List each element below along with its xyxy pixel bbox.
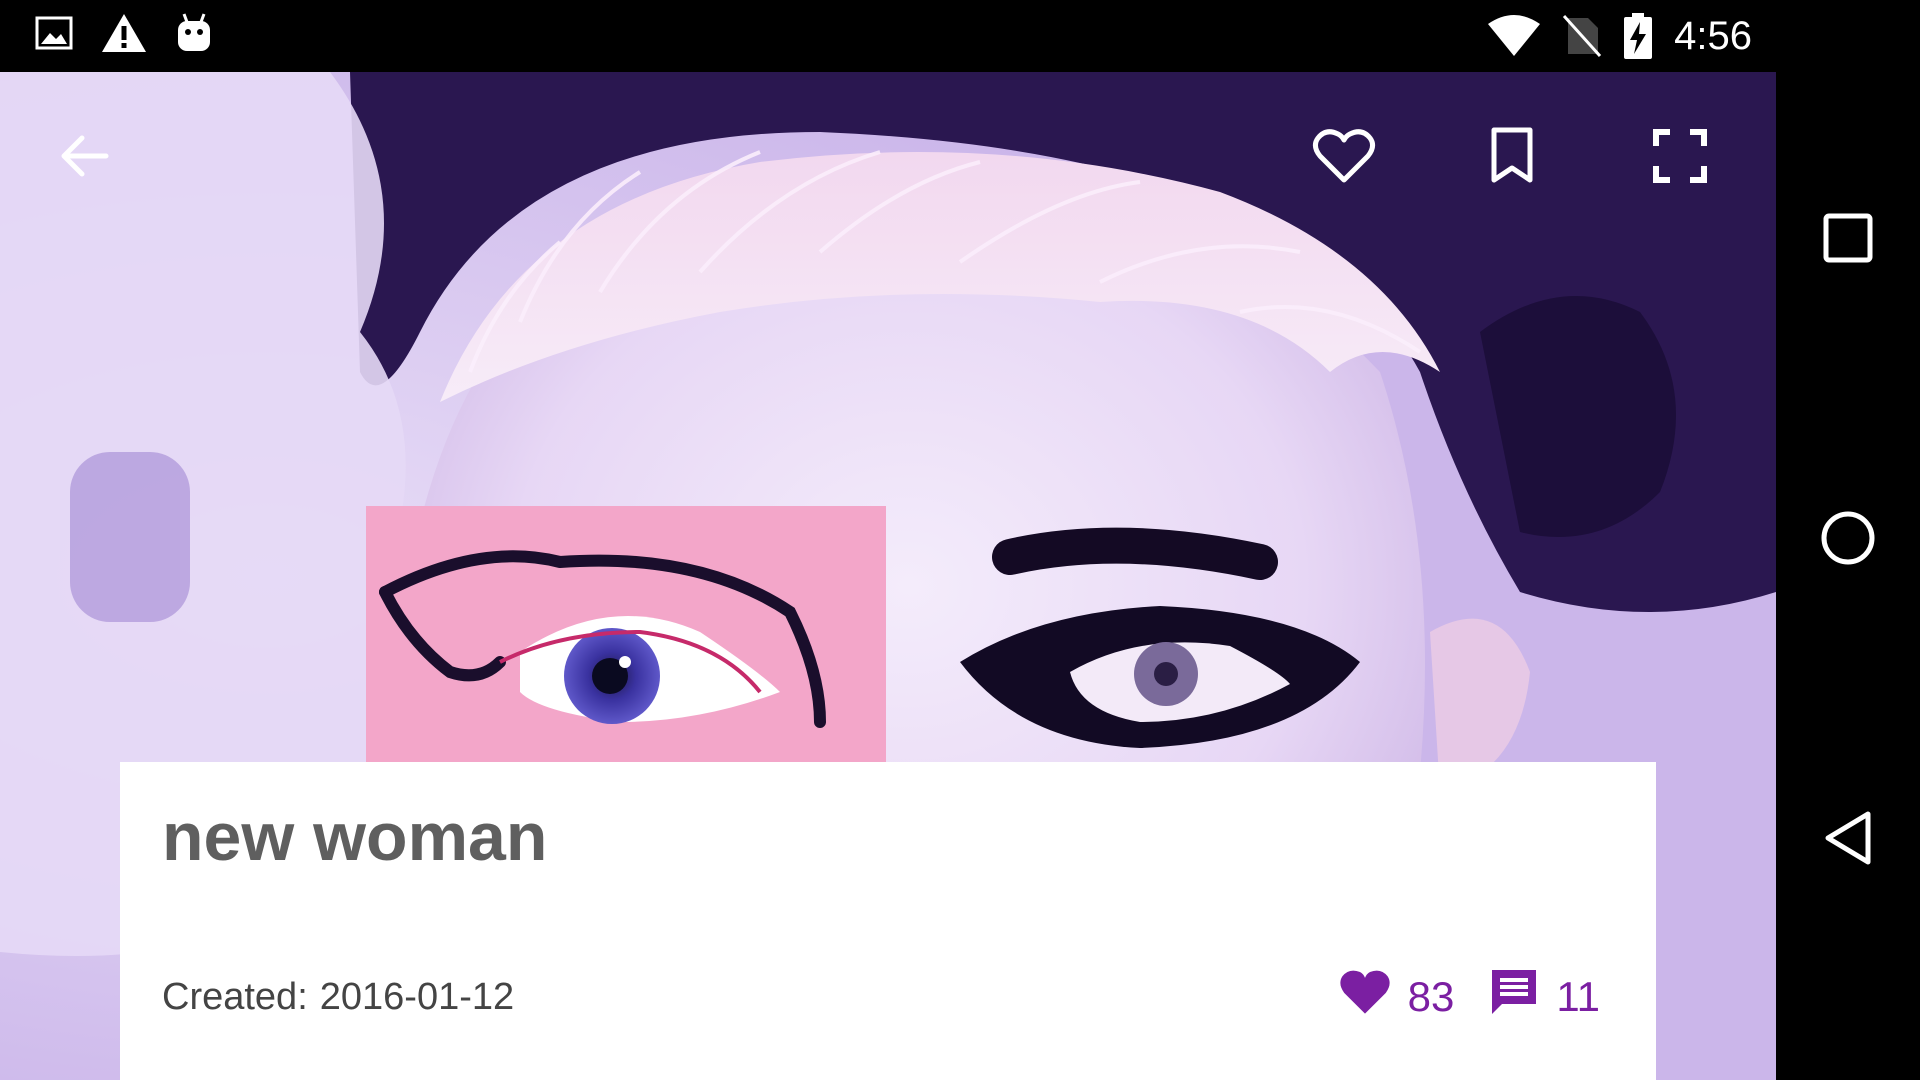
status-time: 4:56 xyxy=(1674,14,1752,58)
post-stats: 83 11 xyxy=(1304,966,1600,1028)
bookmark-icon xyxy=(1488,126,1536,191)
battery-charging-icon xyxy=(1622,12,1654,60)
home-button[interactable] xyxy=(1820,510,1876,571)
back-button[interactable] xyxy=(50,124,118,192)
recents-icon xyxy=(1822,212,1874,269)
arrow-back-icon xyxy=(56,128,112,189)
heart-outline-icon xyxy=(1312,126,1376,191)
home-icon xyxy=(1820,510,1876,571)
photo-detail-view: new woman Created: 2016-01-12 83 11 xyxy=(0,72,1776,1080)
nav-back-button[interactable] xyxy=(1820,810,1876,871)
comments-count: 11 xyxy=(1556,973,1600,1020)
like-button[interactable] xyxy=(1310,124,1378,192)
navigation-bar xyxy=(1776,0,1920,1080)
likes-stat[interactable]: 83 xyxy=(1338,967,1455,1027)
comments-stat[interactable]: 11 xyxy=(1488,966,1600,1028)
android-icon xyxy=(174,12,214,54)
warning-icon xyxy=(100,12,148,54)
back-icon xyxy=(1822,810,1874,871)
recents-button[interactable] xyxy=(1820,212,1876,268)
status-right-icons: 4:56 xyxy=(1486,10,1752,62)
fullscreen-button[interactable] xyxy=(1646,124,1714,192)
wifi-icon xyxy=(1486,14,1542,58)
toolbar xyxy=(0,72,1776,240)
post-title: new woman xyxy=(162,799,548,875)
info-card: new woman Created: 2016-01-12 83 11 xyxy=(120,762,1656,1080)
heart-filled-icon xyxy=(1338,967,1392,1027)
created-label: Created: xyxy=(162,976,308,1018)
created-info: Created: 2016-01-12 xyxy=(162,976,514,1019)
no-sim-icon xyxy=(1562,14,1602,58)
fullscreen-icon xyxy=(1652,128,1708,189)
bookmark-button[interactable] xyxy=(1478,124,1546,192)
comment-icon xyxy=(1488,966,1540,1028)
created-date: 2016-01-12 xyxy=(319,976,515,1018)
status-left-icons xyxy=(34,12,214,54)
image-icon xyxy=(34,13,74,53)
likes-count: 83 xyxy=(1407,973,1455,1020)
status-bar: 4:56 xyxy=(0,0,1776,72)
